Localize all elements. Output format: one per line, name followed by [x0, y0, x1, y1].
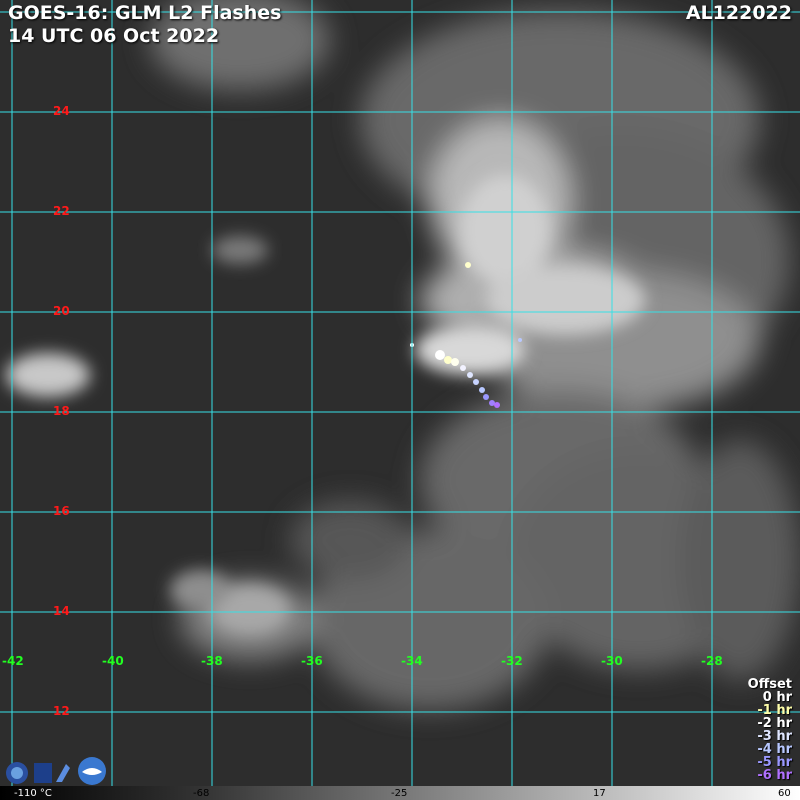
satellite-map: [0, 0, 800, 800]
storm-id: AL122022: [685, 2, 792, 24]
agency-logos: [6, 757, 106, 785]
lon-label: -38: [201, 654, 223, 668]
time-offset-legend: Offset 0 hr -1 hr -2 hr -3 hr -4 hr -5 h…: [748, 678, 792, 782]
lon-label: -36: [301, 654, 323, 668]
lon-label: -28: [701, 654, 723, 668]
satellite-logo-icon: [56, 764, 70, 782]
colorbar-label: -110 °C: [14, 788, 52, 799]
colorbar-label: -25: [391, 788, 408, 799]
lon-label: -42: [2, 654, 24, 668]
lat-label: 20: [53, 304, 70, 318]
lon-label: -32: [501, 654, 523, 668]
lat-label: 16: [53, 504, 70, 518]
lon-label: -34: [401, 654, 423, 668]
lat-label: 12: [53, 704, 70, 718]
lat-label: 22: [53, 204, 70, 218]
lat-label: 18: [53, 404, 70, 418]
legend-entry: -6 hr: [757, 768, 792, 783]
csu-logo-icon: [34, 763, 52, 783]
lat-label: 14: [53, 604, 70, 618]
title-line-2: 14 UTC 06 Oct 2022: [8, 25, 220, 47]
colorbar-label: 17: [593, 788, 606, 799]
lon-label: -40: [102, 654, 124, 668]
title-line-1: GOES-16: GLM L2 Flashes: [8, 2, 282, 24]
colorbar-label: -68: [193, 788, 210, 799]
lat-label: 24: [53, 104, 70, 118]
colorbar-label: 60: [778, 788, 791, 799]
lon-label: -30: [601, 654, 623, 668]
